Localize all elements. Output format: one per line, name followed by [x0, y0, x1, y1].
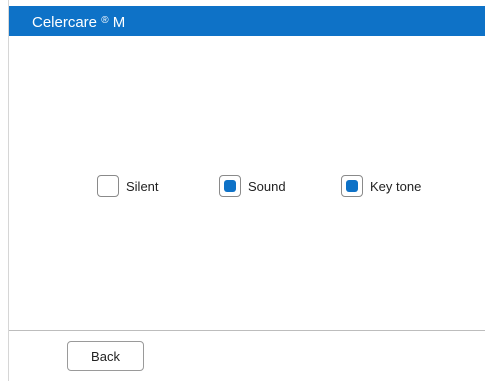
sound-checkbox[interactable]: [219, 175, 241, 197]
registered-mark: ®: [101, 15, 109, 26]
title-bar: Celercare ® M: [9, 6, 485, 36]
silent-label: Silent: [126, 178, 159, 194]
option-key-tone[interactable]: Key tone: [341, 173, 421, 199]
key-tone-checkbox[interactable]: [341, 175, 363, 197]
silent-checkbox[interactable]: [97, 175, 119, 197]
settings-screen: Celercare ® M Silent Sound Key tone Back: [8, 0, 485, 381]
sound-label: Sound: [248, 178, 286, 194]
footer-divider: [9, 330, 485, 331]
app-title-suffix: M: [112, 14, 126, 31]
option-sound[interactable]: Sound: [219, 173, 286, 199]
option-silent[interactable]: Silent: [97, 173, 159, 199]
key-tone-label: Key tone: [370, 178, 422, 194]
back-button[interactable]: Back: [67, 341, 144, 371]
app-title: Celercare: [32, 14, 98, 31]
